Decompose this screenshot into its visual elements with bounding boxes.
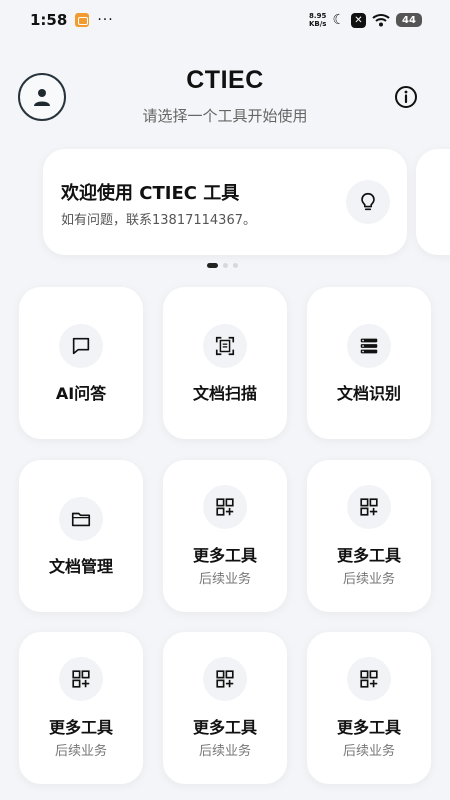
list-icon [347, 324, 391, 368]
info-icon [394, 85, 418, 109]
info-button[interactable] [393, 84, 419, 110]
pager-dot [233, 263, 238, 268]
tool-document-recognition[interactable]: 文档识别 [307, 287, 431, 439]
scan-icon [203, 324, 247, 368]
tool-sublabel: 后续业务 [198, 572, 251, 587]
grid-add-icon [59, 657, 103, 701]
battery-level: 44 [402, 14, 416, 26]
next-banner-card[interactable] [416, 149, 450, 255]
tool-label: 文档管理 [48, 557, 113, 576]
app-title: CTIEC [186, 66, 264, 94]
tool-label: 文档扫描 [192, 384, 257, 403]
tool-label: 更多工具 [192, 546, 257, 565]
tool-label: 文档识别 [336, 384, 401, 403]
banner-pager [207, 263, 238, 268]
notification-app-icon [75, 13, 90, 27]
tool-more-4[interactable]: 更多工具 后续业务 [163, 632, 287, 784]
chat-icon [59, 324, 103, 368]
status-time: 1:58 [30, 11, 68, 29]
more-notifications-icon: ··· [97, 12, 114, 28]
tool-sublabel: 后续业务 [54, 744, 107, 759]
banner-title: 欢迎使用 CTIEC 工具 [61, 183, 240, 204]
status-indicators: 8.95 KB/s ☾ ✕ 44 [309, 12, 422, 28]
tool-label: 更多工具 [336, 546, 401, 565]
banner-contact-text: 如有问题，联系13817114367。 [61, 213, 256, 228]
tool-sublabel: 后续业务 [198, 744, 251, 759]
tool-more-2[interactable]: 更多工具 后续业务 [307, 460, 431, 612]
status-bar: 1:58 ··· 8.95 KB/s ☾ ✕ 44 [0, 0, 450, 40]
grid-add-icon [347, 657, 391, 701]
tool-sublabel: 后续业务 [342, 572, 395, 587]
tool-document-scan[interactable]: 文档扫描 [163, 287, 287, 439]
grid-add-icon [203, 485, 247, 529]
tool-document-management[interactable]: 文档管理 [19, 460, 143, 612]
tool-more-1[interactable]: 更多工具 后续业务 [163, 460, 287, 612]
tool-label: 更多工具 [192, 718, 257, 737]
network-speed: 8.95 KB/s [309, 12, 326, 28]
grid-add-icon [347, 485, 391, 529]
pager-dot [223, 263, 228, 268]
tool-label: 更多工具 [48, 718, 113, 737]
wifi-icon [372, 13, 390, 27]
battery-icon: 44 [396, 13, 422, 27]
tool-more-5[interactable]: 更多工具 后续业务 [307, 632, 431, 784]
lightbulb-icon [346, 180, 390, 224]
tool-sublabel: 后续业务 [342, 744, 395, 759]
tool-ai-qa[interactable]: AI问答 [19, 287, 143, 439]
grid-add-icon [203, 657, 247, 701]
sim-disabled-icon: ✕ [351, 12, 366, 28]
do-not-disturb-icon: ☾ [332, 12, 345, 28]
tool-label: AI问答 [55, 384, 107, 403]
folder-icon [59, 497, 103, 541]
network-speed-unit: KB/s [308, 20, 327, 28]
app-subtitle: 请选择一个工具开始使用 [142, 107, 308, 125]
network-speed-value: 8.95 [309, 12, 327, 20]
pager-dot-active [207, 263, 218, 268]
welcome-banner[interactable]: 欢迎使用 CTIEC 工具 如有问题，联系13817114367。 [43, 149, 407, 255]
tool-label: 更多工具 [336, 718, 401, 737]
tool-more-3[interactable]: 更多工具 后续业务 [19, 632, 143, 784]
